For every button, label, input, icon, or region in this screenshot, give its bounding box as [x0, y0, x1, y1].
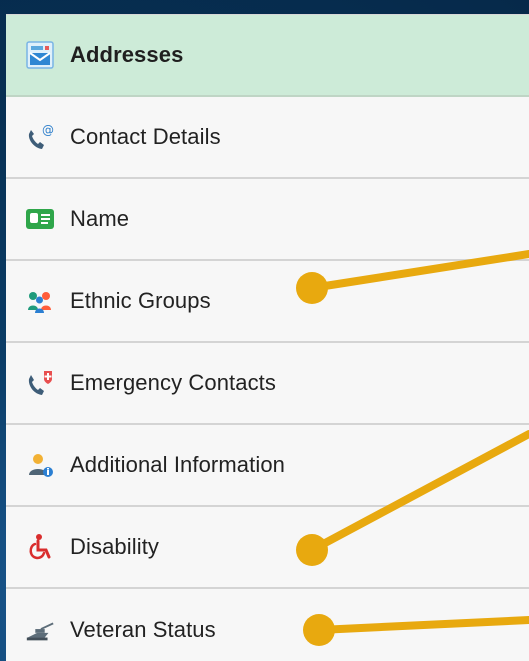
menu-item-name[interactable]: Name — [6, 179, 529, 261]
svg-text:@: @ — [42, 123, 54, 137]
wheelchair-icon — [24, 531, 56, 563]
menu-item-label: Contact Details — [70, 124, 221, 149]
menu-item-veteran-status[interactable]: Veteran Status — [6, 589, 529, 661]
person-info-icon — [24, 449, 56, 481]
menu-item-emergency-contacts[interactable]: Emergency Contacts — [6, 343, 529, 425]
menu-item-label: Emergency Contacts — [70, 370, 276, 395]
menu-item-label: Ethnic Groups — [70, 288, 211, 313]
menu-item-additional-information[interactable]: Additional Information — [6, 425, 529, 507]
mail-icon — [24, 39, 56, 71]
id-card-icon — [24, 203, 56, 235]
menu-item-disability[interactable]: Disability — [6, 507, 529, 589]
menu-item-label: Additional Information — [70, 452, 285, 477]
menu-item-addresses[interactable]: Addresses — [6, 15, 529, 97]
menu-item-label: Name — [70, 206, 130, 231]
menu-item-contact-details[interactable]: @ Contact Details — [6, 97, 529, 179]
menu-item-ethnic-groups[interactable]: Ethnic Groups — [6, 261, 529, 343]
menu-item-label: Veteran Status — [70, 617, 216, 642]
app-canvas: Addresses @ Contact Details Name Ethnic … — [0, 0, 529, 661]
menu-item-label: Addresses — [70, 42, 184, 67]
people-group-icon — [24, 285, 56, 317]
military-icon — [24, 614, 56, 646]
phone-email-icon: @ — [24, 121, 56, 153]
personal-details-menu: Addresses @ Contact Details Name Ethnic … — [6, 14, 529, 661]
emergency-phone-icon — [24, 367, 56, 399]
menu-item-label: Disability — [70, 534, 160, 559]
